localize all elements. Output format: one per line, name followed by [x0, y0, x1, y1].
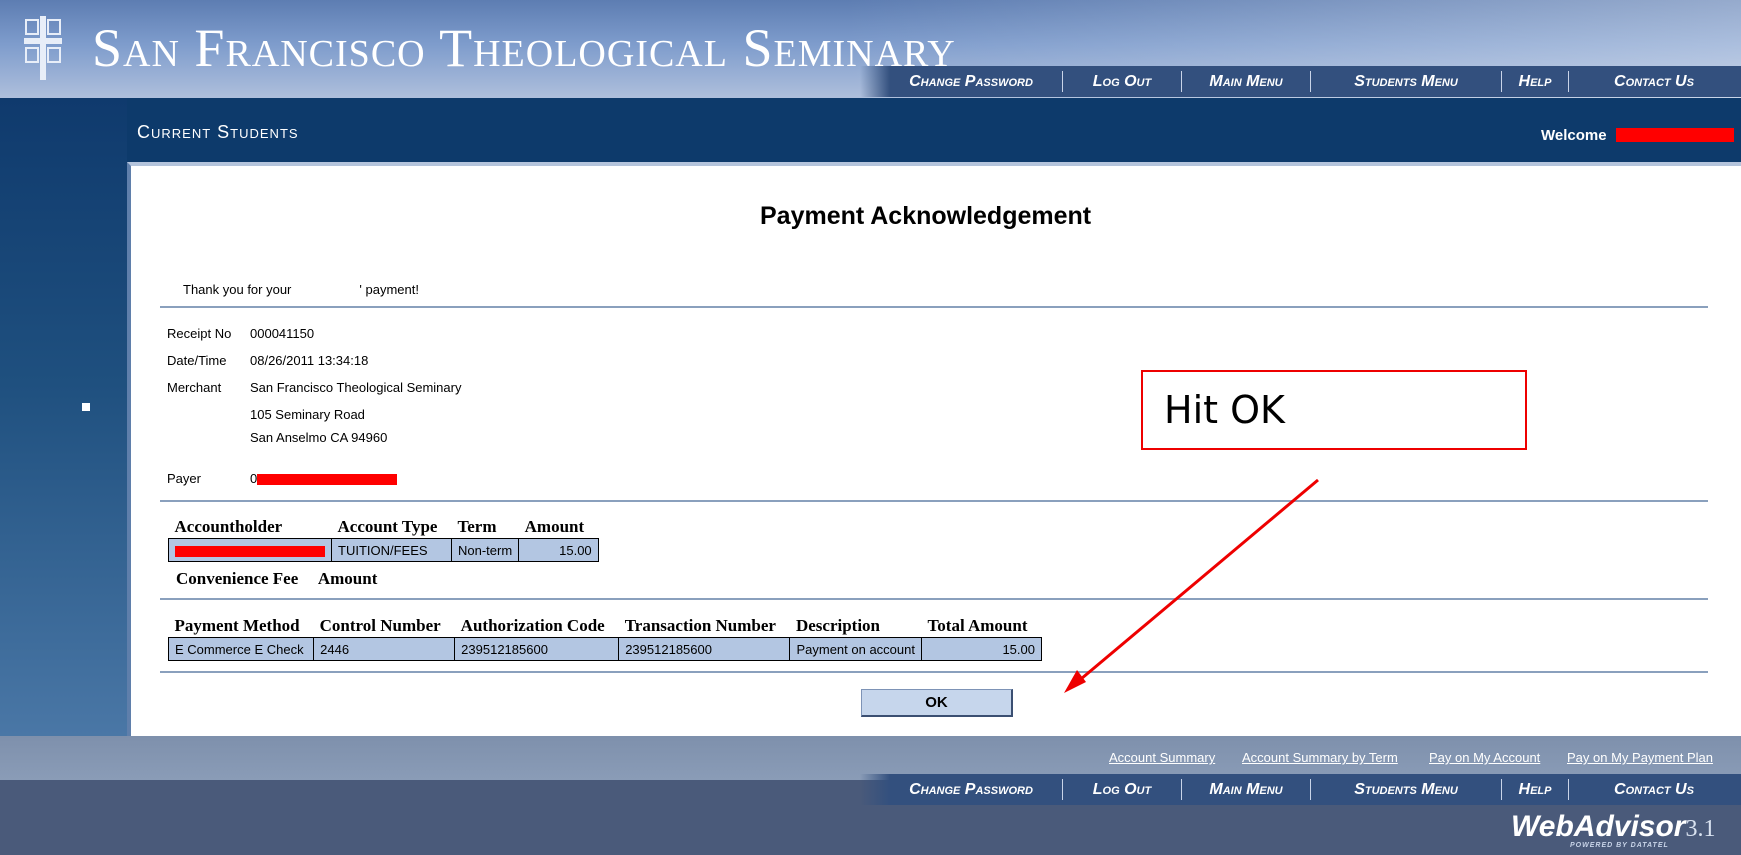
- receipt-no-label: Receipt No: [167, 326, 232, 341]
- column-header: Total Amount: [927, 616, 1028, 635]
- nav-main-menu[interactable]: Main Menu: [1182, 66, 1310, 97]
- webadvisor-logo: WebAdvisor3.1: [1511, 810, 1715, 844]
- nav-students-menu[interactable]: Students Menu: [1311, 66, 1501, 97]
- payment-method-cell: E Commerce E Check: [167, 637, 315, 661]
- footer-link-account-summary[interactable]: Account Summary: [1109, 750, 1215, 765]
- column-header: Account Type: [337, 517, 438, 536]
- footer-nav-change-password[interactable]: Change Password: [880, 774, 1062, 805]
- payment-table: Payment Method Control Number Authorizat…: [167, 615, 1042, 661]
- nav-help[interactable]: Help: [1502, 66, 1568, 97]
- table-header-row: Accountholder Account Type Term Amount: [169, 516, 599, 539]
- thanks-suffix: ' payment!: [359, 282, 419, 297]
- account-table: Accountholder Account Type Term Amount T…: [168, 516, 599, 562]
- convenience-fee-header: Convenience Fee Amount: [176, 569, 377, 589]
- thanks-prefix: Thank you for your: [183, 282, 292, 297]
- column-header: Convenience Fee: [176, 569, 299, 588]
- footer-nav-help[interactable]: Help: [1502, 774, 1568, 805]
- header-nav: Change Password Log Out Main Menu Studen…: [860, 66, 1741, 97]
- nav-contact-us[interactable]: Contact Us: [1569, 66, 1739, 97]
- thanks-message: Thank you for your ' payment!: [183, 282, 419, 297]
- brand-name: WebAdvisor: [1511, 810, 1686, 843]
- welcome-label: Welcome: [1541, 127, 1607, 144]
- brand-version: 3.1: [1685, 816, 1716, 842]
- section-title: Current Students: [137, 122, 299, 142]
- column-header: Accountholder: [174, 517, 283, 536]
- nav-log-out[interactable]: Log Out: [1063, 66, 1181, 97]
- welcome-name-redaction: [1616, 128, 1734, 142]
- column-header: Control Number: [319, 616, 441, 635]
- description-cell: Payment on account: [789, 637, 922, 661]
- table-header-row: Payment Method Control Number Authorizat…: [169, 615, 1042, 638]
- column-header: Term: [457, 517, 497, 536]
- accountholder-cell: [168, 538, 332, 562]
- account-type-cell: TUITION/FEES: [331, 538, 452, 562]
- footer-nav-students-menu[interactable]: Students Menu: [1311, 774, 1501, 805]
- merchant-label: Merchant: [167, 380, 222, 395]
- control-number-cell: 2446: [313, 637, 456, 661]
- column-header: Authorization Code: [460, 616, 605, 635]
- footer-nav-log-out[interactable]: Log Out: [1063, 774, 1181, 805]
- seminary-logo-icon: [24, 16, 62, 80]
- powered-by: POWERED BY DATATEL: [1570, 842, 1669, 849]
- site-title: San Francisco Theological Seminary: [92, 18, 956, 78]
- divider: [160, 598, 1708, 600]
- column-header: Transaction Number: [624, 616, 776, 635]
- datetime-value: 08/26/2011 13:34:18: [250, 353, 369, 368]
- merchant-address-line1: 105 Seminary Road: [250, 407, 365, 422]
- table-row: E Commerce E Check 2446 239512185600 239…: [167, 637, 1042, 661]
- transaction-number-cell: 239512185600: [618, 637, 791, 661]
- authorization-code-cell: 239512185600: [454, 637, 620, 661]
- receipt-no-value: 000041150: [250, 326, 315, 341]
- total-amount-cell: 15.00: [921, 637, 1042, 661]
- ok-button[interactable]: OK: [861, 689, 1013, 717]
- column-header: Amount: [524, 517, 585, 536]
- divider: [160, 671, 1708, 673]
- section-band: [127, 98, 1741, 164]
- column-header: Payment Method: [174, 616, 300, 635]
- table-row: TUITION/FEES Non-term 15.00: [168, 538, 599, 562]
- footer-nav-main-menu[interactable]: Main Menu: [1182, 774, 1310, 805]
- merchant-address-line2: San Anselmo CA 94960: [250, 430, 388, 445]
- column-header: Amount: [317, 569, 378, 588]
- footer-nav-contact-us[interactable]: Contact Us: [1569, 774, 1739, 805]
- annotation-text: Hit OK: [1164, 388, 1285, 432]
- amount-cell: 15.00: [518, 538, 599, 562]
- footer-nav: Change Password Log Out Main Menu Studen…: [860, 774, 1741, 805]
- footer-link-account-summary-by-term[interactable]: Account Summary by Term: [1242, 750, 1398, 765]
- payer-label: Payer: [167, 471, 201, 486]
- datetime-label: Date/Time: [167, 353, 227, 368]
- footer-link-pay-on-my-account[interactable]: Pay on My Account: [1429, 750, 1540, 765]
- bullet-icon: [82, 403, 90, 411]
- nav-change-password[interactable]: Change Password: [880, 66, 1062, 97]
- page-title: Payment Acknowledgement: [760, 202, 1092, 230]
- divider: [160, 306, 1708, 308]
- accountholder-redaction: [175, 545, 325, 557]
- column-header: Description: [795, 616, 881, 635]
- divider: [160, 500, 1708, 502]
- footer-link-pay-on-payment-plan[interactable]: Pay on My Payment Plan: [1567, 750, 1713, 765]
- merchant-name: San Francisco Theological Seminary: [250, 380, 462, 395]
- payer-redaction: [257, 474, 398, 486]
- payer-prefix: 0: [250, 471, 258, 486]
- payer-value: 0: [250, 471, 398, 486]
- left-sidebar: [0, 98, 127, 736]
- term-cell: Non-term: [450, 538, 520, 562]
